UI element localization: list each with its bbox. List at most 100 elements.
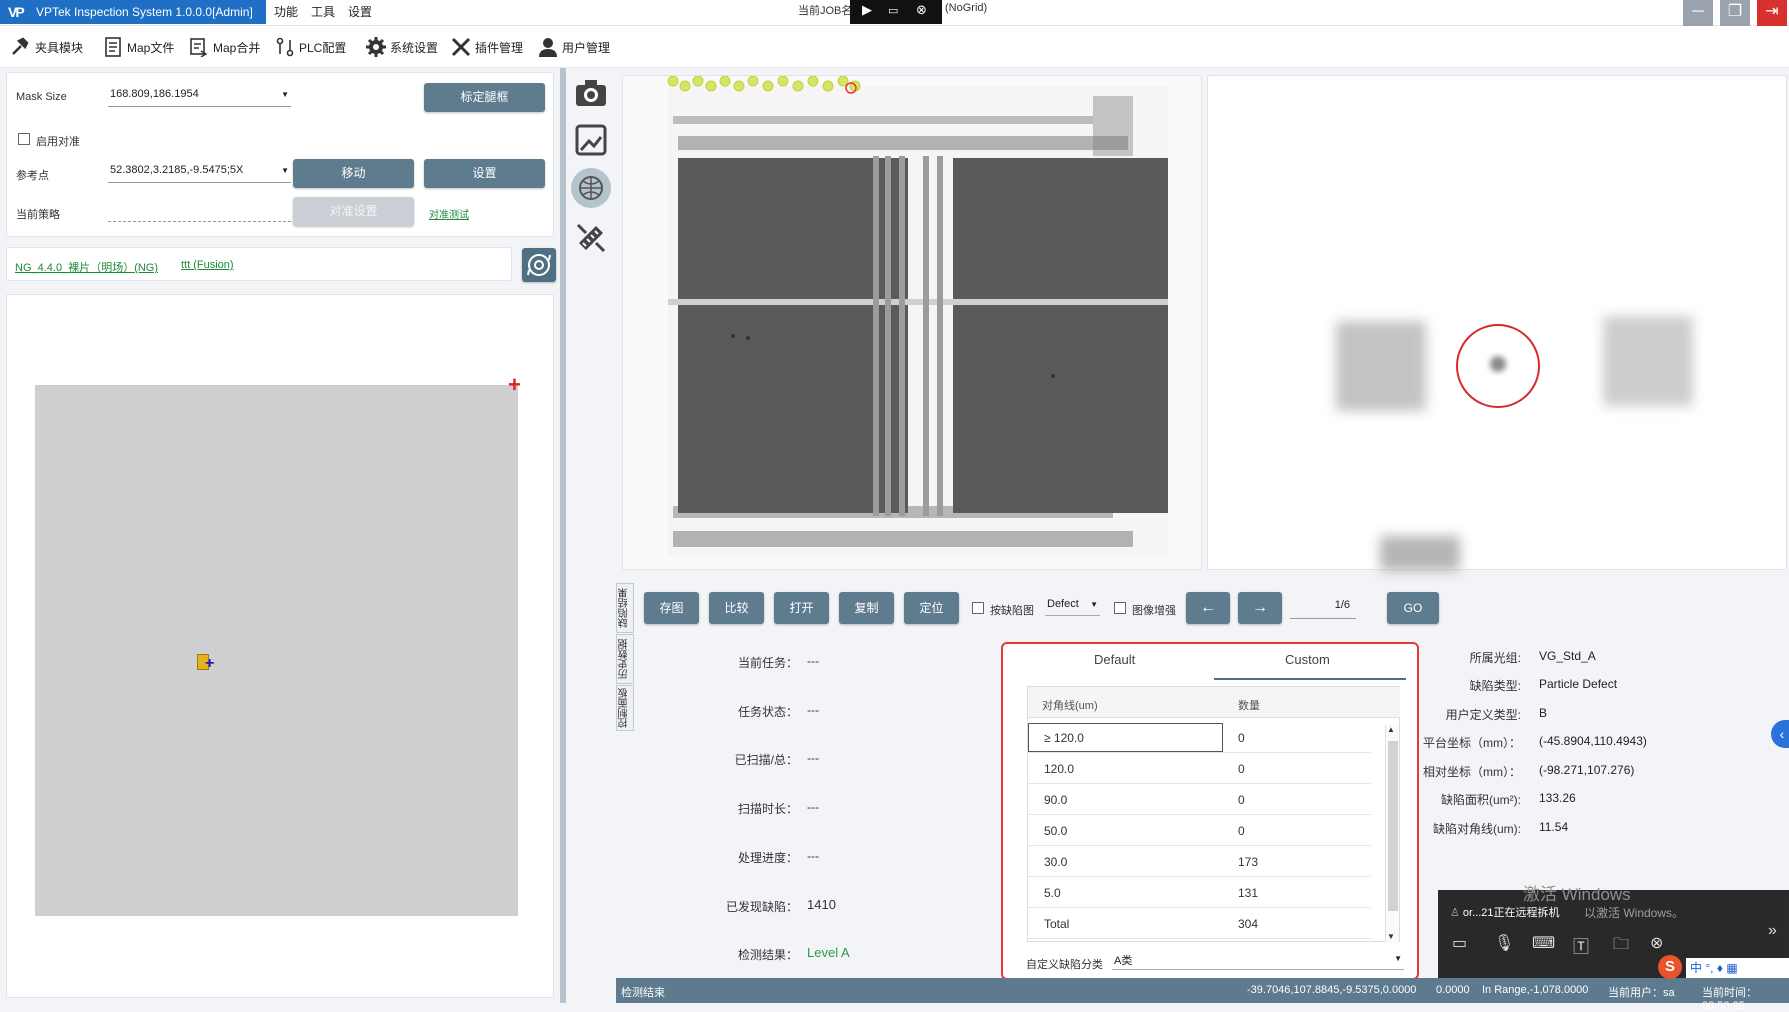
refresh-gear-icon (527, 254, 551, 276)
table-row[interactable]: ≥ 120.0 0 (1027, 722, 1371, 753)
align-settings-button[interactable]: 对准设置 (293, 197, 414, 226)
toolbar-plc-button[interactable]: PLC配置 (274, 34, 346, 60)
ime-punct-icon[interactable]: °, (1705, 961, 1713, 975)
status-value: 0.0000 (1436, 984, 1470, 996)
stat-progress-label: 处理进度： (737, 851, 798, 865)
strategy-field[interactable] (108, 203, 291, 222)
copy-button[interactable]: 复制 (839, 592, 894, 624)
table-row[interactable]: 120.0 0 (1027, 753, 1371, 784)
die-inspection-image[interactable] (622, 75, 1202, 570)
tab-custom[interactable]: Custom (1285, 652, 1330, 667)
table-scrollbar[interactable]: ▲ ▼ (1385, 725, 1399, 943)
stat-scan-duration-value: --- (807, 800, 819, 814)
locate-button[interactable]: 定位 (904, 592, 959, 624)
stat-task-status-label: 任务状态： (737, 705, 798, 719)
text-icon[interactable]: 🅃 (1573, 933, 1589, 957)
status-bar: 检测结束 -39.7046,107.8845,-9.5375,0.0000 0.… (616, 978, 1789, 1012)
custom-class-label: 自定义缺陷分类 (1026, 959, 1103, 971)
ime-voice-icon[interactable]: ♦ (1717, 961, 1723, 975)
table-row[interactable]: 50.0 0 (1027, 815, 1371, 846)
table-row[interactable]: 30.0 173 (1027, 846, 1371, 877)
page-input[interactable]: 1/6 (1290, 599, 1356, 619)
toolbar-fixture-button[interactable]: 夹具模块 (10, 34, 83, 60)
play-icon[interactable]: ▶ (862, 2, 872, 18)
scroll-thumb[interactable] (1388, 741, 1398, 911)
reference-patch-right (1603, 316, 1693, 406)
restore-icon[interactable]: ❐ (1720, 0, 1750, 26)
ime-keyboard-icon[interactable]: ▦ (1726, 961, 1737, 975)
ime-toolbar[interactable]: 中 °, ♦ ▦ (1686, 958, 1789, 978)
save-image-button[interactable]: 存图 (644, 592, 699, 624)
toolbar-user-button[interactable]: 用户管理 (537, 34, 610, 60)
microphone-icon[interactable]: 🎙 (1494, 933, 1514, 953)
ref-point-label: 参考点 (16, 170, 49, 182)
defect-zoom-image[interactable] (1207, 75, 1787, 571)
tab-defect-results[interactable]: 缺陷结果 (616, 583, 634, 633)
folder-icon[interactable]: 🗀 (1613, 933, 1629, 960)
grid-status: (NoGrid) (945, 2, 988, 14)
ime-chinese-icon[interactable]: 中 (1690, 961, 1702, 975)
image-fit-icon[interactable] (571, 120, 611, 160)
menu-tools[interactable]: 工具 (311, 0, 335, 24)
compare-button[interactable]: 比较 (709, 592, 764, 624)
menu-function[interactable]: 功能 (274, 0, 298, 24)
collapse-panel-button[interactable]: ‹ (1771, 720, 1789, 748)
custom-class-select[interactable]: A类 ▼ (1112, 952, 1404, 970)
prev-defect-button[interactable]: ← (1186, 592, 1230, 624)
open-button[interactable]: 打开 (774, 592, 829, 624)
fixture-icon (10, 36, 32, 58)
globe-icon[interactable] (571, 168, 611, 208)
ime-logo-icon[interactable]: S (1658, 955, 1682, 979)
user-icon (537, 36, 559, 58)
align-test-link[interactable]: 对准测试 (429, 206, 469, 221)
toolbar-plugin-button[interactable]: 插件管理 (450, 34, 523, 60)
camera-icon[interactable] (571, 73, 611, 113)
person-icon: ♙ (1450, 907, 1463, 919)
by-defect-checkbox[interactable] (972, 602, 984, 614)
table-row[interactable]: 90.0 0 (1027, 784, 1371, 815)
stat-scanned-label: 已扫描/总： (734, 753, 798, 767)
table-row-total[interactable]: Total 304 (1027, 908, 1371, 939)
tab-history-data[interactable]: 历史数据 (616, 634, 634, 684)
enable-align-checkbox[interactable] (18, 133, 30, 145)
stat-current-task-label: 当前任务： (737, 656, 798, 670)
next-defect-button[interactable]: → (1238, 592, 1282, 624)
go-button[interactable]: GO (1387, 592, 1439, 624)
refresh-recipe-button[interactable] (522, 248, 556, 282)
image-enhance-checkbox[interactable] (1114, 602, 1126, 614)
keyboard-icon[interactable]: ⌨ (1532, 933, 1555, 953)
expand-icon[interactable]: » (1768, 922, 1777, 940)
fusion-link[interactable]: ttt (Fusion) (181, 259, 234, 271)
calibrate-button[interactable]: 标定腿框 (424, 83, 545, 112)
reference-patch-bottom (1380, 536, 1460, 571)
vertical-splitter[interactable] (560, 68, 566, 1003)
defect-type-select[interactable]: Defect ▼ (1045, 598, 1100, 616)
ruler-icon[interactable] (571, 218, 611, 258)
minimize-icon[interactable]: ─ (1683, 0, 1713, 26)
toolbar-system-settings-button[interactable]: 系统设置 (365, 34, 438, 60)
info-light-group-value: VG_Std_A (1539, 649, 1596, 663)
menu-settings[interactable]: 设置 (348, 0, 372, 24)
stat-defects-found-value: 1410 (807, 897, 836, 912)
status-coordinates: -39.7046,107.8845,-9.5375,0.0000 (1247, 984, 1417, 996)
toolbar-mapfile-button[interactable]: Map文件 (102, 34, 174, 60)
by-defect-label: 按缺陷图 (990, 605, 1034, 617)
chat-icon[interactable]: ▭ (1452, 933, 1467, 953)
toolbar-mapmerge-button[interactable]: Map合并 (188, 34, 260, 60)
wafer-map-canvas[interactable] (35, 385, 518, 916)
ref-point-select[interactable]: 52.3802,3.2185,-9.5475;5X ▼ (108, 164, 291, 183)
exit-icon[interactable]: ⇥ (1757, 0, 1787, 26)
move-button[interactable]: 移动 (293, 159, 414, 188)
screen-icon[interactable]: ▭ (888, 4, 898, 17)
set-button[interactable]: 设置 (424, 159, 545, 188)
scroll-up-icon[interactable]: ▲ (1387, 725, 1395, 734)
scroll-down-icon[interactable]: ▼ (1387, 932, 1395, 941)
close-session-icon[interactable]: ⊗ (1650, 933, 1663, 953)
tab-control-panel[interactable]: 控制面板 (616, 685, 634, 731)
recipe-link[interactable]: NG_4.4.0_裸片（明场）(NG) (15, 259, 158, 275)
mask-size-select[interactable]: 168.809,186.1954 ▼ (108, 88, 291, 107)
info-diagonal-value: 11.54 (1539, 820, 1569, 834)
tab-default[interactable]: Default (1094, 652, 1135, 667)
close-icon[interactable]: ⊗ (916, 2, 927, 18)
table-row[interactable]: 5.0 131 (1027, 877, 1371, 908)
